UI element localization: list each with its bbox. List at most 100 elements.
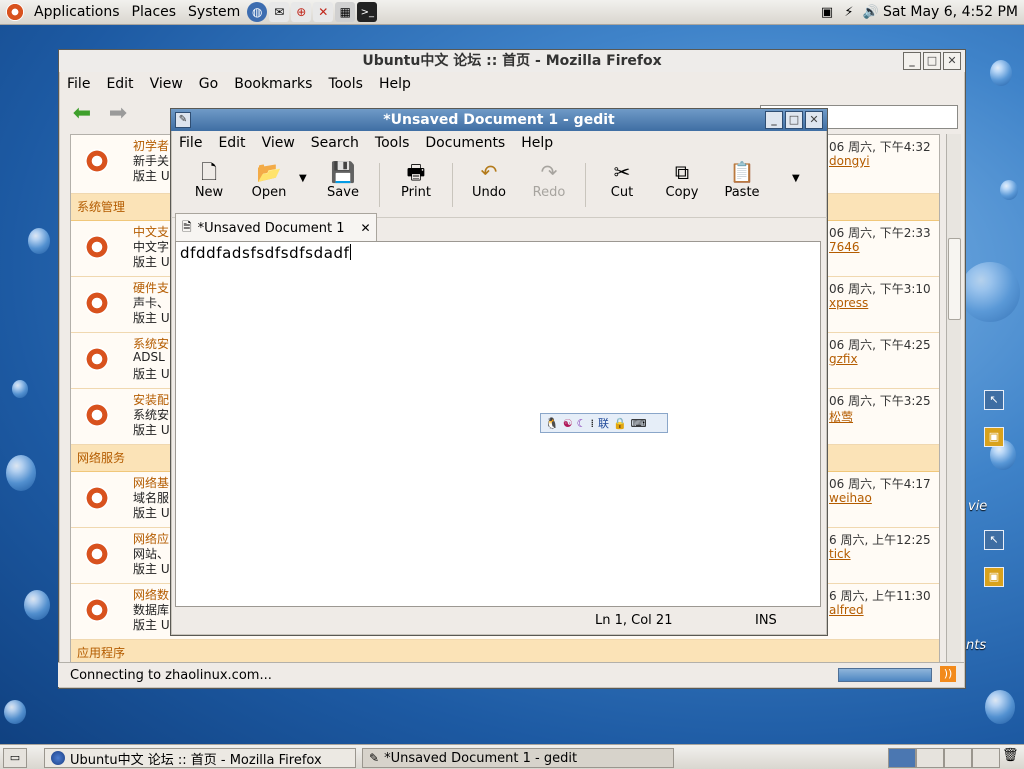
paste-button[interactable]: 📋 Paste: [712, 159, 772, 200]
copy-button[interactable]: ⧉ Copy: [652, 159, 712, 200]
clock[interactable]: Sat May 6, 4:52 PM: [883, 0, 1018, 24]
document-tab[interactable]: 🗎 *Unsaved Document 1 ✕: [175, 213, 377, 242]
network-tray-icon[interactable]: ▣: [818, 3, 836, 21]
copy-icon: ⧉: [674, 160, 690, 184]
keyboard-icon[interactable]: ⌨: [631, 417, 647, 430]
ime-label[interactable]: 联: [598, 415, 609, 431]
rss-icon[interactable]: )): [940, 666, 956, 682]
last-post-time: 6 周六, 上午12:25: [829, 533, 931, 547]
water-drop: [985, 690, 1015, 724]
system-menu[interactable]: System: [182, 0, 246, 24]
menu-tools[interactable]: Tools: [320, 76, 371, 92]
menu-edit[interactable]: Edit: [98, 76, 141, 92]
desktop-shortcut-icon[interactable]: ↖: [984, 390, 1004, 410]
top-panel: Applications Places System ◍ ✉ ⊕ ✕ ▦ >_ …: [0, 0, 1024, 25]
close-button[interactable]: ✕: [805, 111, 823, 129]
network-launcher-icon[interactable]: ✕: [313, 2, 334, 22]
moon-icon[interactable]: ☾: [577, 417, 587, 430]
water-drop: [6, 455, 36, 491]
browser-launcher-icon[interactable]: ◍: [247, 2, 268, 22]
firefox-title: Ubuntu中文 论坛 :: 首页 - Mozilla Firefox: [362, 53, 662, 69]
power-tray-icon[interactable]: ⚡: [840, 3, 858, 21]
last-post-user[interactable]: gzfix: [829, 352, 858, 366]
mail-launcher-icon[interactable]: ✉: [269, 2, 290, 22]
scissors-icon: ✂: [613, 160, 631, 184]
water-drop: [1000, 180, 1018, 200]
printer-icon: 🖶: [406, 160, 426, 184]
maximize-button[interactable]: □: [785, 111, 803, 129]
scrollbar-thumb[interactable]: [948, 238, 961, 320]
last-post-user[interactable]: alfred: [829, 603, 864, 617]
menu-bookmarks[interactable]: Bookmarks: [226, 76, 320, 92]
applications-menu[interactable]: Applications: [28, 0, 126, 24]
taskbar-gedit-label: *Unsaved Document 1 - gedit: [384, 750, 578, 766]
insert-mode: INS: [755, 612, 777, 628]
menu-tools[interactable]: Tools: [367, 135, 418, 151]
menu-search[interactable]: Search: [303, 135, 367, 151]
menu-file[interactable]: File: [59, 76, 98, 92]
cut-button[interactable]: ✂ Cut: [592, 159, 652, 200]
volume-tray-icon[interactable]: 🔊: [862, 3, 880, 21]
section-heading[interactable]: 应用程序: [71, 640, 939, 663]
input-method-toolbar: 🐧 ☯ ☾ ⁞ 联 🔒 ⌨: [540, 413, 668, 433]
last-post-user[interactable]: dongyi: [829, 154, 870, 168]
desktop-label: nts: [966, 638, 987, 653]
taskbar-gedit[interactable]: ✎ *Unsaved Document 1 - gedit: [362, 748, 674, 768]
close-button[interactable]: ✕: [943, 52, 961, 70]
menu-view[interactable]: View: [142, 76, 191, 92]
text-editor-area[interactable]: dfddfadsfsdfsdfsdadf: [175, 241, 821, 607]
menu-help[interactable]: Help: [513, 135, 561, 151]
terminal-launcher-icon[interactable]: >_: [357, 2, 378, 22]
menu-view[interactable]: View: [254, 135, 303, 151]
show-desktop-icon[interactable]: ▭: [3, 748, 27, 768]
monitor-launcher-icon[interactable]: ▦: [335, 2, 356, 22]
lock-icon[interactable]: 🔒: [613, 417, 627, 430]
toolbar-overflow-icon[interactable]: ▼: [792, 159, 812, 184]
taskbar-firefox[interactable]: Ubuntu中文 论坛 :: 首页 - Mozilla Firefox: [44, 748, 356, 768]
desktop-lock-icon[interactable]: ▣: [984, 567, 1004, 587]
last-post-user[interactable]: tick: [829, 547, 851, 561]
menu-help[interactable]: Help: [371, 76, 419, 92]
paste-label: Paste: [724, 185, 760, 200]
back-arrow-icon[interactable]: ⬅: [67, 101, 97, 126]
gedit-statusbar: Ln 1, Col 21 INS: [175, 609, 821, 631]
forum-mod: 版主 U: [133, 618, 170, 632]
close-tab-icon[interactable]: ✕: [360, 221, 370, 235]
workspace-2[interactable]: [916, 748, 944, 768]
forum-mod: 版主 U: [133, 169, 170, 183]
open-button[interactable]: 📂 Open: [239, 159, 299, 200]
trash-icon[interactable]: 🗑: [1002, 748, 1019, 766]
last-post-user[interactable]: 松莺: [829, 408, 853, 425]
save-button[interactable]: 💾 Save: [313, 159, 373, 200]
minimize-button[interactable]: _: [765, 111, 783, 129]
workspace-1[interactable]: [888, 748, 916, 768]
last-post-user[interactable]: weihao: [829, 491, 872, 505]
workspace-4[interactable]: [972, 748, 1000, 768]
punctuation-icon[interactable]: ⁞: [590, 417, 594, 430]
menu-file[interactable]: File: [171, 135, 210, 151]
menu-edit[interactable]: Edit: [210, 135, 253, 151]
ubuntu-logo-icon[interactable]: [6, 3, 24, 21]
desktop-lock-icon[interactable]: ▣: [984, 427, 1004, 447]
firefox-titlebar[interactable]: Ubuntu中文 论坛 :: 首页 - Mozilla Firefox _ □ …: [59, 50, 965, 72]
new-button[interactable]: 🗋 New: [179, 159, 239, 200]
menu-go[interactable]: Go: [191, 76, 226, 92]
desktop-shortcut-icon[interactable]: ↖: [984, 530, 1004, 550]
last-post-user[interactable]: 7646: [829, 240, 860, 254]
minimize-button[interactable]: _: [903, 52, 921, 70]
last-post-user[interactable]: xpress: [829, 296, 868, 310]
ime-mode-icon[interactable]: ☯: [563, 417, 573, 430]
firefox-scrollbar[interactable]: [946, 134, 961, 662]
penguin-icon[interactable]: 🐧: [545, 417, 559, 430]
open-dropdown-icon[interactable]: ▼: [299, 159, 313, 184]
maximize-button[interactable]: □: [923, 52, 941, 70]
undo-button[interactable]: ↶ Undo: [459, 159, 519, 200]
help-launcher-icon[interactable]: ⊕: [291, 2, 312, 22]
forward-arrow-icon[interactable]: ➡: [103, 101, 133, 126]
workspace-3[interactable]: [944, 748, 972, 768]
gedit-titlebar[interactable]: ✎ *Unsaved Document 1 - gedit _ □ ✕: [171, 109, 827, 131]
places-menu[interactable]: Places: [126, 0, 183, 24]
print-button[interactable]: 🖶 Print: [386, 159, 446, 200]
menu-documents[interactable]: Documents: [417, 135, 513, 151]
redo-button[interactable]: ↷ Redo: [519, 159, 579, 200]
